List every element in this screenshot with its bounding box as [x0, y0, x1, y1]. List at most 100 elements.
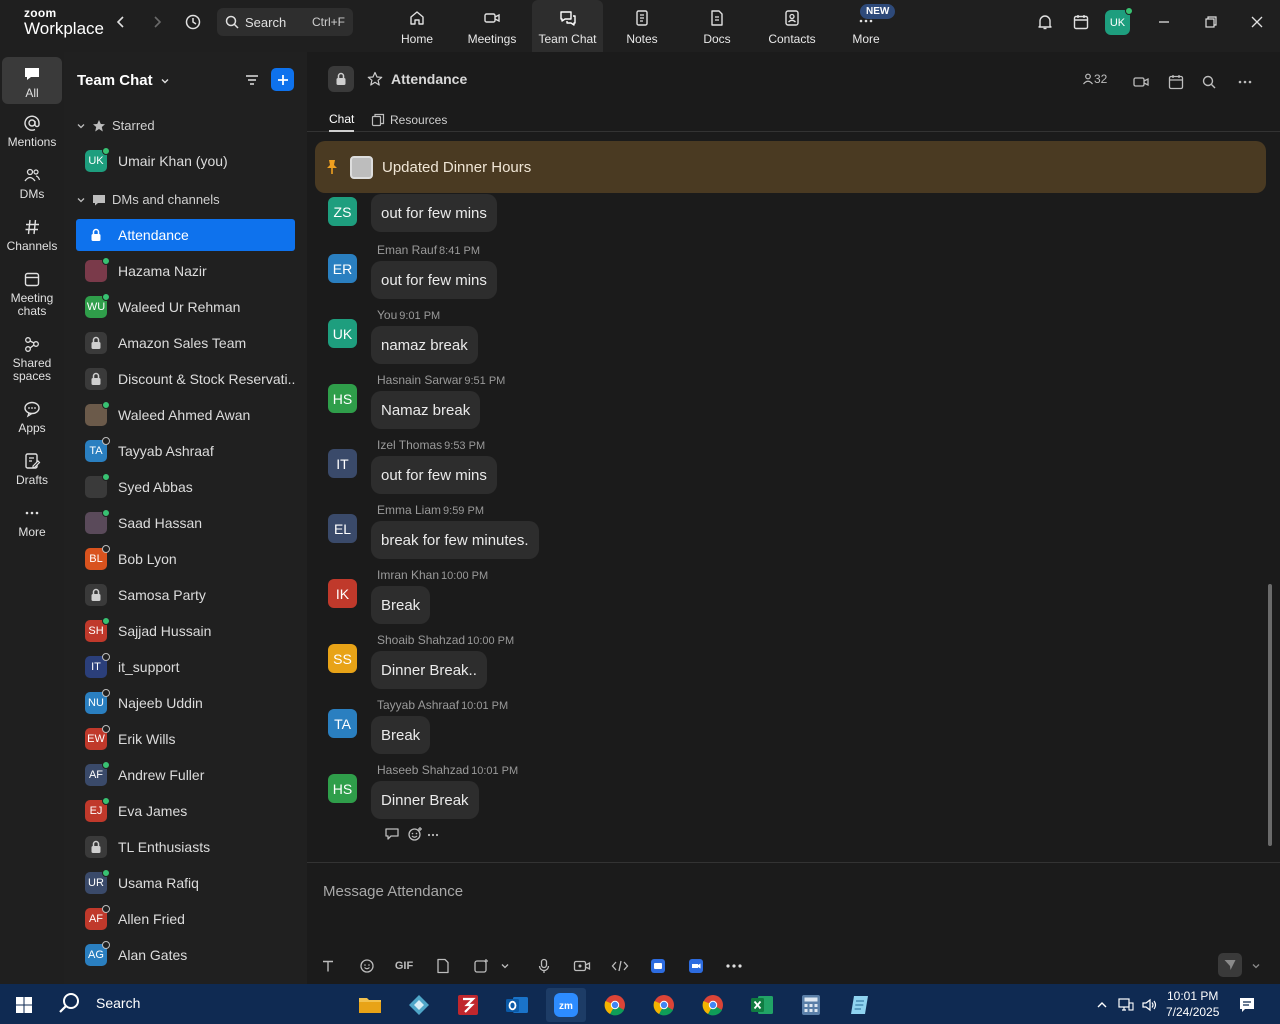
- rail-apps[interactable]: Apps: [2, 400, 62, 435]
- star-outline-icon[interactable]: [363, 67, 387, 91]
- new-chat-button[interactable]: [271, 68, 294, 91]
- dm-item[interactable]: TA Tayyab Ashraaf: [76, 435, 295, 467]
- rail-shared-spaces[interactable]: Shared spaces: [2, 335, 62, 383]
- pinned-message-banner[interactable]: Updated Dinner Hours: [315, 141, 1266, 193]
- panel-title[interactable]: Team Chat: [77, 72, 171, 89]
- zoom-app-icon[interactable]: [685, 955, 707, 977]
- message-bubble[interactable]: Break: [371, 586, 431, 624]
- channel-item[interactable]: Amazon Sales Team: [76, 327, 295, 359]
- search-icon[interactable]: [1197, 70, 1221, 94]
- gif-button[interactable]: GIF: [393, 955, 415, 977]
- excel-icon[interactable]: [742, 988, 782, 1022]
- outlook-icon[interactable]: [497, 988, 537, 1022]
- tab-team-chat[interactable]: Team Chat: [532, 0, 603, 52]
- sender-name[interactable]: Imran Khan: [377, 568, 439, 582]
- send-button[interactable]: [1218, 953, 1242, 977]
- calculator-icon[interactable]: [791, 988, 831, 1022]
- code-snippet-icon[interactable]: [609, 955, 631, 977]
- taskbar-search[interactable]: Search: [58, 991, 140, 1015]
- section-dms-channels[interactable]: DMs and channels: [76, 192, 220, 207]
- sender-avatar[interactable]: ZS: [328, 197, 357, 226]
- sender-name[interactable]: You: [377, 308, 397, 322]
- rail-more[interactable]: More: [2, 504, 62, 539]
- rail-mentions[interactable]: Mentions: [2, 114, 62, 149]
- rail-drafts[interactable]: Drafts: [2, 452, 62, 487]
- dm-item[interactable]: AF Allen Fried: [76, 903, 295, 935]
- dm-item[interactable]: EJ Eva James: [76, 795, 295, 827]
- sender-avatar[interactable]: EL: [328, 514, 357, 543]
- channel-item[interactable]: TL Enthusiasts: [76, 831, 295, 863]
- sender-avatar[interactable]: HS: [328, 774, 357, 803]
- dm-item[interactable]: NU Najeeb Uddin: [76, 687, 295, 719]
- app-integration-icon[interactable]: [647, 955, 669, 977]
- more-options-icon[interactable]: [1233, 70, 1257, 94]
- dm-item[interactable]: AG Alan Gates: [76, 939, 295, 971]
- dm-item[interactable]: Hazama Nazir: [76, 255, 295, 287]
- schedule-icon[interactable]: [1164, 70, 1188, 94]
- filezilla-icon[interactable]: [448, 988, 488, 1022]
- file-explorer-icon[interactable]: [350, 988, 390, 1022]
- chrome-icon[interactable]: [595, 988, 635, 1022]
- message-bubble[interactable]: Dinner Break..: [371, 651, 487, 689]
- close-icon[interactable]: [1245, 10, 1269, 34]
- channel-item[interactable]: Samosa Party: [76, 579, 295, 611]
- message-bubble[interactable]: Namaz break: [371, 391, 481, 429]
- minimize-icon[interactable]: [1152, 10, 1176, 34]
- sender-avatar[interactable]: UK: [328, 319, 357, 348]
- text-format-icon[interactable]: [317, 955, 339, 977]
- section-starred[interactable]: Starred: [76, 118, 155, 133]
- message-bubble[interactable]: out for few mins: [371, 194, 497, 232]
- network-icon[interactable]: [1114, 988, 1138, 1022]
- message-input[interactable]: Message Attendance: [323, 883, 463, 900]
- starred-item[interactable]: UK Umair Khan (you): [76, 145, 295, 177]
- restore-icon[interactable]: [1199, 10, 1223, 34]
- message-bubble[interactable]: Dinner Break: [371, 781, 479, 819]
- dm-item[interactable]: Syed Abbas: [76, 471, 295, 503]
- forward-arrow-icon[interactable]: [145, 10, 169, 34]
- sender-avatar[interactable]: IT: [328, 449, 357, 478]
- screenshot-icon[interactable]: [470, 955, 492, 977]
- sender-name[interactable]: Shoaib Shahzad: [377, 633, 465, 647]
- rail-channels[interactable]: Channels: [2, 218, 62, 253]
- volume-icon[interactable]: [1138, 988, 1162, 1022]
- dm-item[interactable]: UR Usama Rafiq: [76, 867, 295, 899]
- history-icon[interactable]: [181, 10, 205, 34]
- calendar-panel-icon[interactable]: [1069, 10, 1093, 34]
- notifications-icon[interactable]: [1230, 988, 1264, 1022]
- sender-avatar[interactable]: ER: [328, 254, 357, 283]
- message-bubble[interactable]: namaz break: [371, 326, 478, 364]
- tab-notes[interactable]: Notes: [617, 0, 667, 52]
- file-icon[interactable]: [432, 955, 454, 977]
- sender-name[interactable]: Haseeb Shahzad: [377, 763, 469, 777]
- message-bubble[interactable]: out for few mins: [371, 261, 497, 299]
- app-icon[interactable]: [399, 988, 439, 1022]
- message-bubble[interactable]: Break: [371, 716, 431, 754]
- dm-item[interactable]: IT it_support: [76, 651, 295, 683]
- tab-docs[interactable]: Docs: [693, 0, 741, 52]
- dm-item[interactable]: Saad Hassan: [76, 507, 295, 539]
- user-avatar[interactable]: UK: [1105, 7, 1133, 35]
- chrome-icon[interactable]: [644, 988, 684, 1022]
- message-bubble[interactable]: out for few mins: [371, 456, 497, 494]
- start-button[interactable]: [4, 988, 44, 1022]
- tab-contacts[interactable]: Contacts: [764, 0, 820, 52]
- chrome-icon[interactable]: [693, 988, 733, 1022]
- video-message-icon[interactable]: [571, 955, 593, 977]
- sender-name[interactable]: Tayyab Ashraaf: [377, 698, 459, 712]
- chevron-down-icon[interactable]: [494, 955, 516, 977]
- chevron-down-icon[interactable]: [1245, 955, 1267, 977]
- notepad-icon[interactable]: [840, 988, 880, 1022]
- sender-avatar[interactable]: TA: [328, 709, 357, 738]
- dm-item[interactable]: SH Sajjad Hussain: [76, 615, 295, 647]
- sender-avatar[interactable]: IK: [328, 579, 357, 608]
- microphone-icon[interactable]: [533, 955, 555, 977]
- back-arrow-icon[interactable]: [109, 10, 133, 34]
- sender-name[interactable]: Hasnain Sarwar: [377, 373, 462, 387]
- channel-title[interactable]: Attendance: [391, 71, 467, 87]
- rail-meeting-chats[interactable]: Meeting chats: [2, 270, 62, 318]
- search-box[interactable]: Search Ctrl+F: [217, 8, 353, 36]
- scrollbar-thumb[interactable]: [1268, 584, 1272, 846]
- system-clock[interactable]: 10:01 PM 7/24/2025: [1166, 988, 1219, 1020]
- chevron-up-icon[interactable]: [1092, 988, 1112, 1022]
- zoom-icon[interactable]: zm: [546, 988, 586, 1022]
